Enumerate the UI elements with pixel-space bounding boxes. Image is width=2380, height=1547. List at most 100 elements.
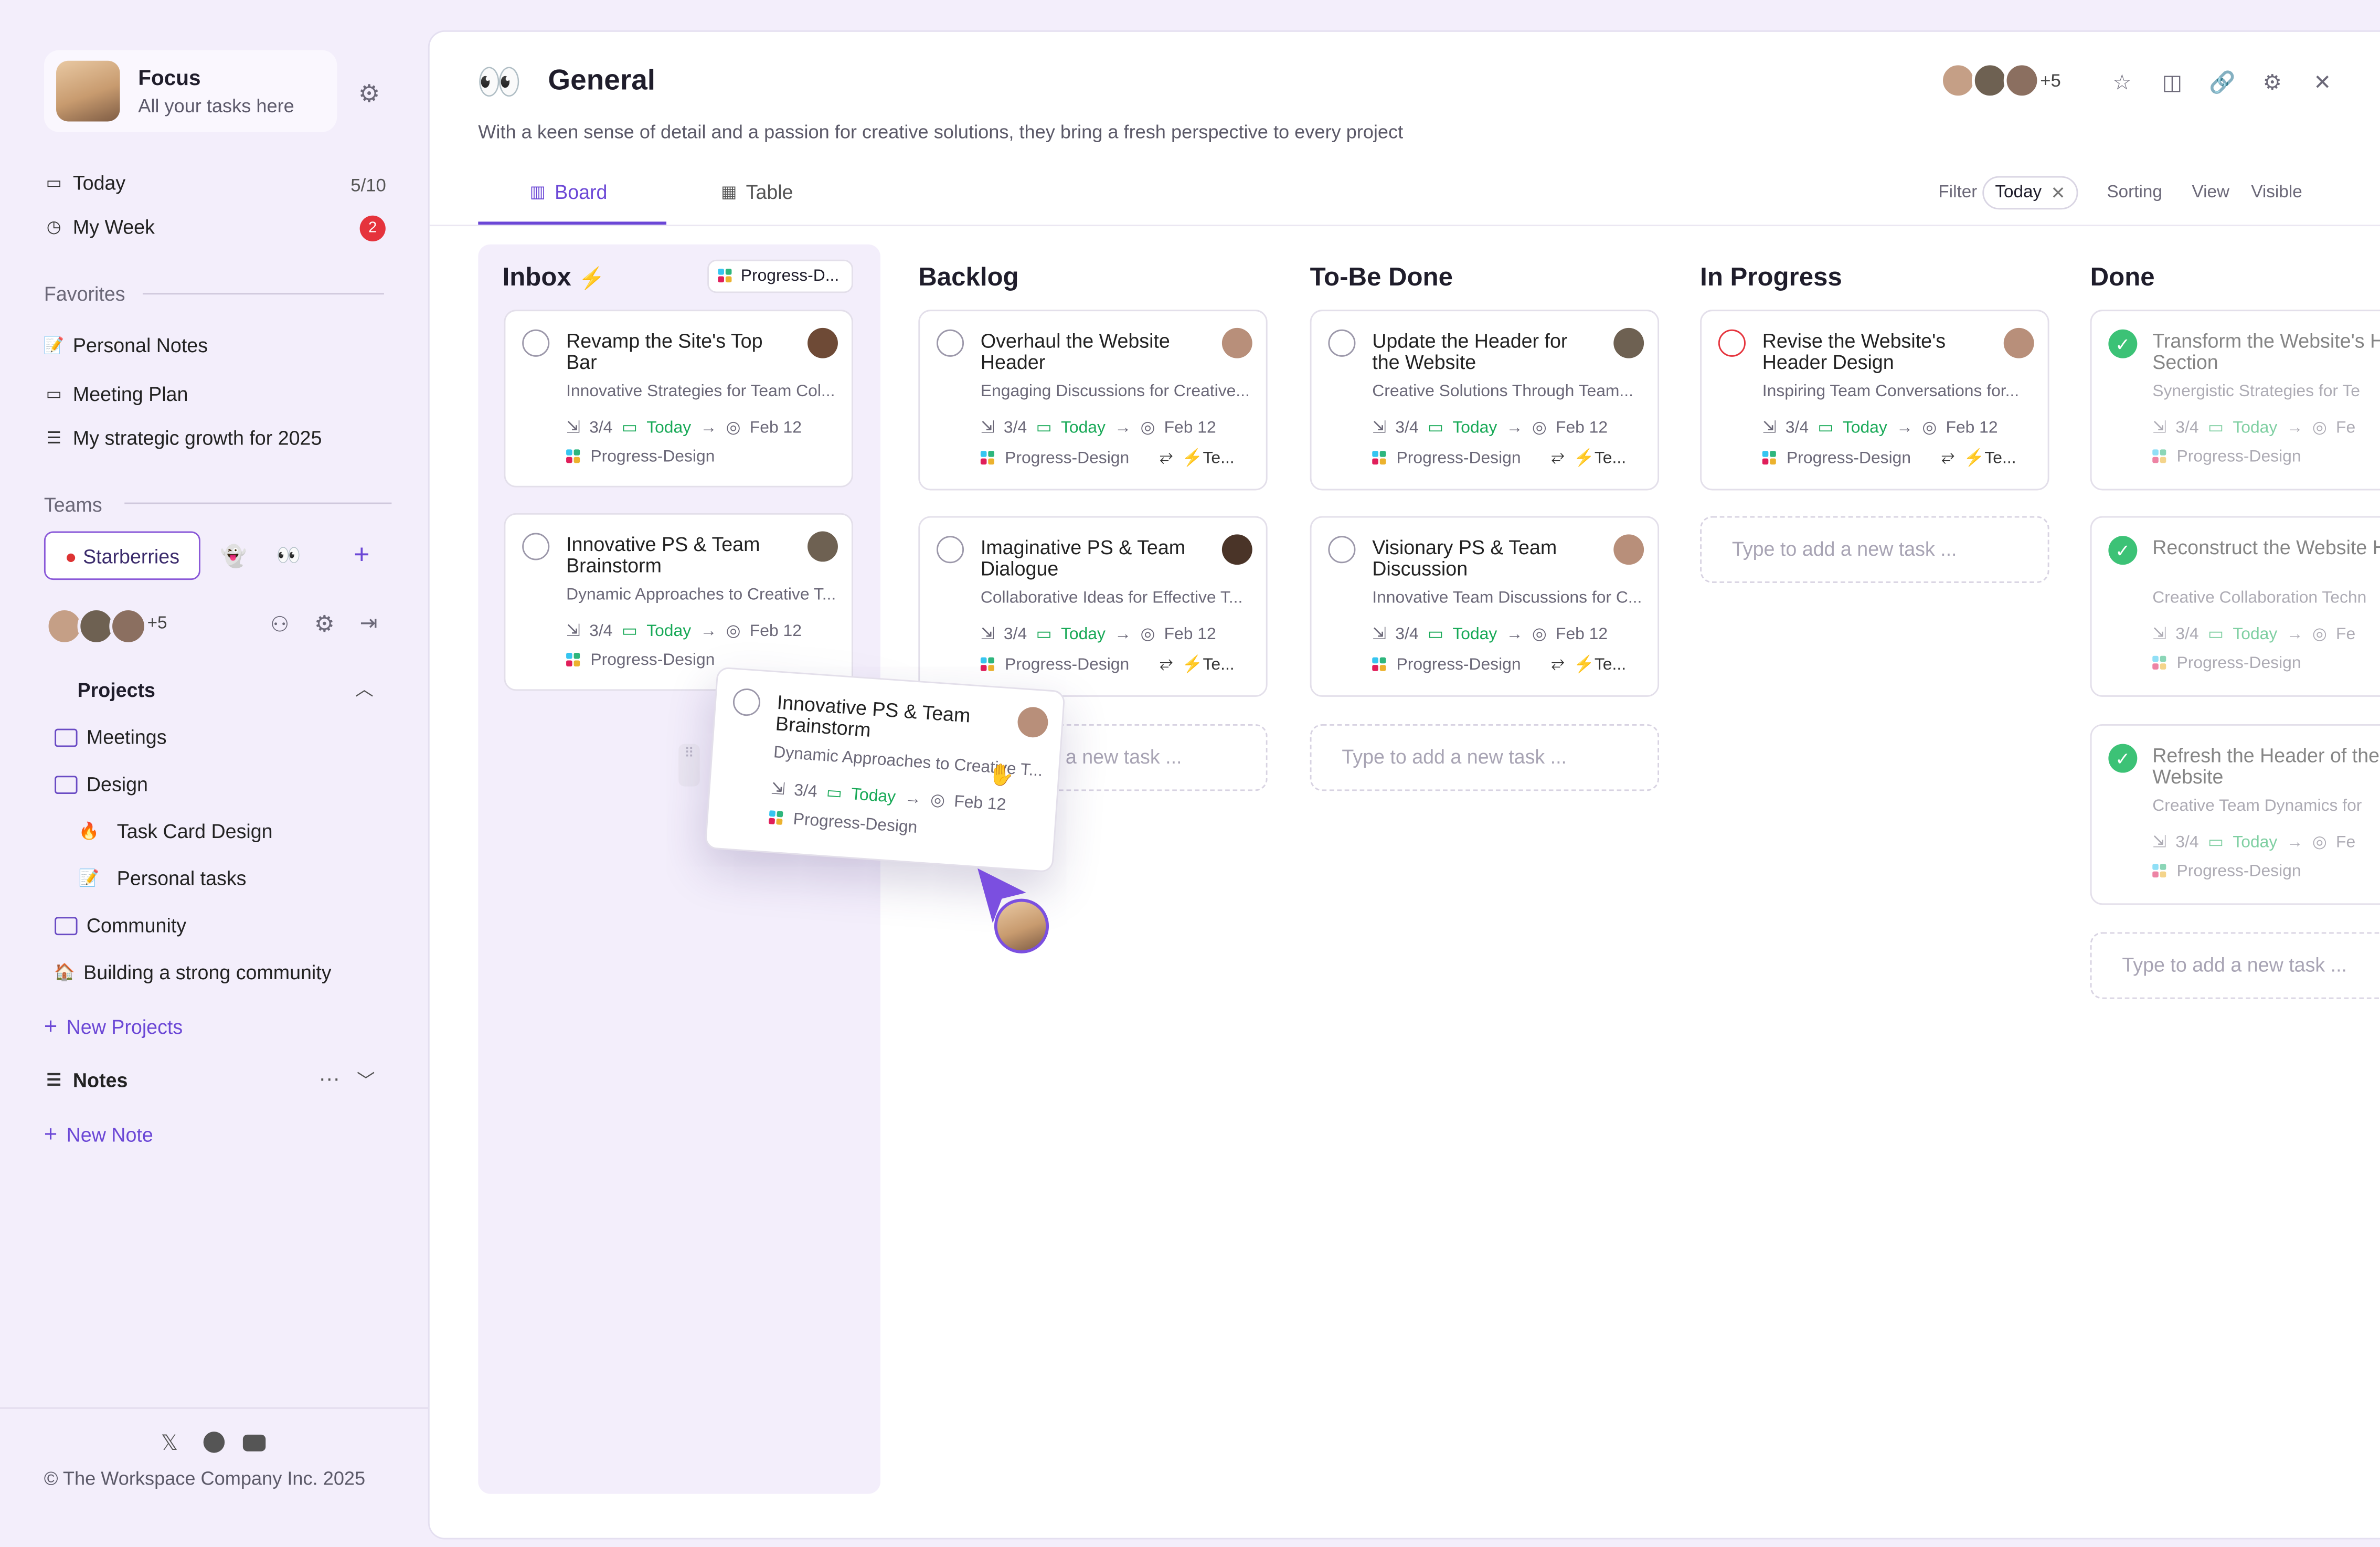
tag-chip[interactable]: Progress-D... <box>707 259 853 293</box>
filter-label[interactable]: Filter <box>1938 184 1977 202</box>
team-starberries[interactable]: ● Starberries <box>44 531 200 580</box>
task-card[interactable]: Update the Header for the Website Creati… <box>1310 310 1660 491</box>
add-task-input[interactable]: Type to add a new task ... <box>1700 516 2049 583</box>
visible-button[interactable]: Visible <box>2251 184 2302 202</box>
favorite-item[interactable]: ☰ My strategic growth for 2025 <box>44 427 322 449</box>
new-projects-button[interactable]: + New Projects <box>44 1014 183 1040</box>
ghost-icon[interactable]: 👻 <box>220 544 246 569</box>
view-button[interactable]: View <box>2192 184 2229 202</box>
profile-card[interactable]: Focus All your tasks here <box>44 50 337 132</box>
project-community[interactable]: Community <box>55 914 186 937</box>
arrow-right-icon: → <box>1114 418 1132 437</box>
split-view-icon[interactable]: ◫ <box>2160 69 2184 94</box>
telegram-icon[interactable] <box>203 1432 225 1453</box>
task-progress: 3/4 <box>2175 624 2199 643</box>
task-checkbox[interactable] <box>522 329 550 357</box>
notes-section[interactable]: ☰ Notes <box>44 1069 128 1092</box>
calendar-icon: ▭ <box>2207 419 2224 438</box>
chevron-down-icon[interactable]: ﹀ <box>357 1067 375 1093</box>
favorite-label: Meeting Plan <box>72 383 188 406</box>
task-meta: ⇲ 3/4 ▭ Today → ◎ Feb 12 <box>1372 624 1608 644</box>
close-icon[interactable]: ✕ <box>2050 182 2065 204</box>
slack-icon <box>980 450 996 465</box>
add-task-input[interactable]: Type to add a new task ... <box>1310 724 1660 791</box>
nav-today[interactable]: ▭ Today <box>44 172 126 194</box>
avatar <box>994 898 1049 953</box>
close-icon[interactable]: ✕ <box>2310 69 2334 94</box>
new-note-button[interactable]: + New Note <box>44 1122 153 1148</box>
task-progress: 3/4 <box>1395 418 1419 437</box>
task-checkbox[interactable] <box>1718 329 1746 357</box>
task-card[interactable]: Innovative PS & Team Brainstorm Dynamic … <box>504 513 853 691</box>
task-tag-label: Progress-Design <box>590 448 715 467</box>
sorting-button[interactable]: Sorting <box>2107 184 2162 202</box>
task-checkbox[interactable] <box>936 329 964 357</box>
tab-table[interactable]: ▦ Table <box>721 181 793 203</box>
subtask-icon: ⇲ <box>770 780 786 799</box>
youtube-icon[interactable] <box>242 1434 266 1451</box>
project-label: Task Card Design <box>116 820 273 843</box>
tab-label: Board <box>555 181 608 204</box>
task-checkbox[interactable] <box>732 687 761 717</box>
task-checkbox[interactable] <box>522 533 550 560</box>
target-icon: ◎ <box>930 791 946 811</box>
check-icon[interactable]: ✓ <box>2108 329 2138 358</box>
tab-board[interactable]: ▥ Board <box>530 181 608 203</box>
task-due: Today <box>646 418 692 437</box>
eyes-icon[interactable]: 👀 <box>277 544 301 568</box>
project-building-community[interactable]: 🏠 Building a strong community <box>54 961 332 984</box>
avatar <box>109 607 147 645</box>
subtask-icon: ⇲ <box>1372 625 1386 644</box>
task-card[interactable]: ✓ Refresh the Header of the Website Crea… <box>2090 724 2380 905</box>
task-checkbox[interactable] <box>1328 536 1356 564</box>
favorite-item[interactable]: ▭ Meeting Plan <box>44 383 188 405</box>
gear-icon[interactable]: ⚙ <box>2260 69 2285 94</box>
subtask-icon: ⇲ <box>2152 833 2166 852</box>
filter-chip[interactable]: Today ✕ <box>1982 176 2078 210</box>
task-checkbox[interactable] <box>1328 329 1356 357</box>
x-icon[interactable]: 𝕏 <box>161 1430 178 1456</box>
project-task-card-design[interactable]: 🔥 Task Card Design <box>78 820 273 843</box>
project-design[interactable]: Design <box>55 773 148 796</box>
task-tag: Progress-Design ⥂ ⚡Te... <box>980 654 1235 674</box>
gear-icon[interactable]: ⚙ <box>314 610 335 638</box>
task-meta: ⇲ 3/4 ▭ Today → ◎ Feb 12 <box>981 624 1216 643</box>
add-team-icon[interactable]: + <box>354 539 369 571</box>
project-meetings[interactable]: Meetings <box>55 726 167 748</box>
task-checkbox[interactable] <box>936 536 964 564</box>
chevron-up-icon[interactable]: ︿ <box>355 675 374 701</box>
arrow-right-icon: → <box>1114 624 1132 643</box>
favorite-item[interactable]: 📝 Personal Notes <box>44 334 208 356</box>
task-title: Reconstruct the Website Header <box>2152 536 2380 559</box>
calendar-icon: ▭ <box>621 622 638 641</box>
link-icon[interactable]: 🔗 <box>2209 69 2235 94</box>
add-user-icon[interactable]: ⚇ <box>270 612 289 638</box>
add-task-input[interactable]: Type to add a new task ... <box>2090 932 2380 999</box>
task-card[interactable]: Imaginative PS & Team Dialogue Collabora… <box>918 516 1268 697</box>
gear-icon[interactable]: ⚙ <box>358 79 380 109</box>
task-card[interactable]: Overhaul the Website Header Engaging Dis… <box>918 310 1268 491</box>
project-label: Building a strong community <box>83 961 332 984</box>
task-meta: ⇲ 3/4 ▭ Today → ◎ Fe <box>2152 624 2356 643</box>
task-tag: Progress-Design ⥂ ⚡Te... <box>1372 448 1626 468</box>
fire-icon: 🔥 <box>78 823 100 841</box>
task-date: Fe <box>2336 624 2356 643</box>
check-icon[interactable]: ✓ <box>2108 536 2138 565</box>
star-icon[interactable]: ☆ <box>2110 69 2134 94</box>
task-card[interactable]: Revise the Website's Header Design Inspi… <box>1700 310 2049 491</box>
task-card[interactable]: Visionary PS & Team Discussion Innovativ… <box>1310 516 1660 697</box>
task-card[interactable]: ✓ Reconstruct the Website Header Creativ… <box>2090 516 2380 697</box>
avatar <box>2003 62 2041 99</box>
project-personal-tasks[interactable]: 📝 Personal tasks <box>78 867 246 889</box>
task-extra: ⚡Te... <box>1182 655 1235 674</box>
task-subtitle: Dynamic Approaches to Creative T... <box>566 586 836 605</box>
column-title: Done <box>2090 262 2155 292</box>
nav-my-week[interactable]: ◷ My Week <box>44 216 155 238</box>
task-card[interactable]: ✓ Transform the Website's Header Section… <box>2090 310 2380 491</box>
slack-icon <box>566 652 581 668</box>
drag-handle-icon[interactable]: ⠿ <box>678 744 700 787</box>
more-icon[interactable]: ··· <box>319 1066 341 1090</box>
logout-icon[interactable]: ⇥ <box>360 610 378 636</box>
check-icon[interactable]: ✓ <box>2108 744 2138 773</box>
task-card[interactable]: Revamp the Site's Top Bar Innovative Str… <box>504 310 853 488</box>
